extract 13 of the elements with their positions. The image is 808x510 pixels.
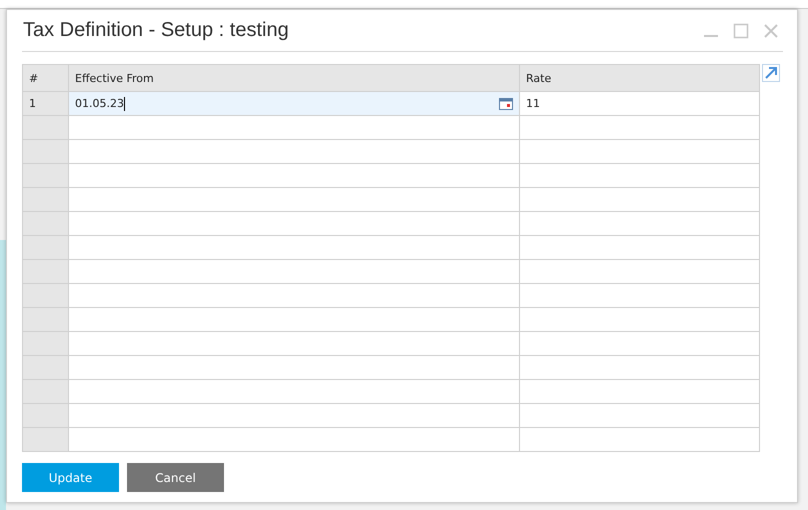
expand-arrow-icon[interactable]: [762, 64, 780, 82]
date-field[interactable]: 01.05.23: [68, 92, 520, 116]
cancel-button[interactable]: Cancel: [127, 463, 224, 492]
column-header[interactable]: Effective From: [68, 64, 520, 92]
column-header[interactable]: Rate: [520, 64, 760, 92]
date-value: 01.05.23: [75, 96, 125, 110]
column-header[interactable]: #: [22, 64, 68, 92]
close-icon[interactable]: [763, 22, 779, 38]
maximize-icon[interactable]: [733, 22, 749, 38]
row-number: 1: [22, 92, 68, 116]
window-title: Tax Definition - Setup : testing: [22, 19, 290, 42]
rate-cell[interactable]: 11: [520, 92, 760, 116]
calendar-icon[interactable]: [499, 98, 513, 110]
